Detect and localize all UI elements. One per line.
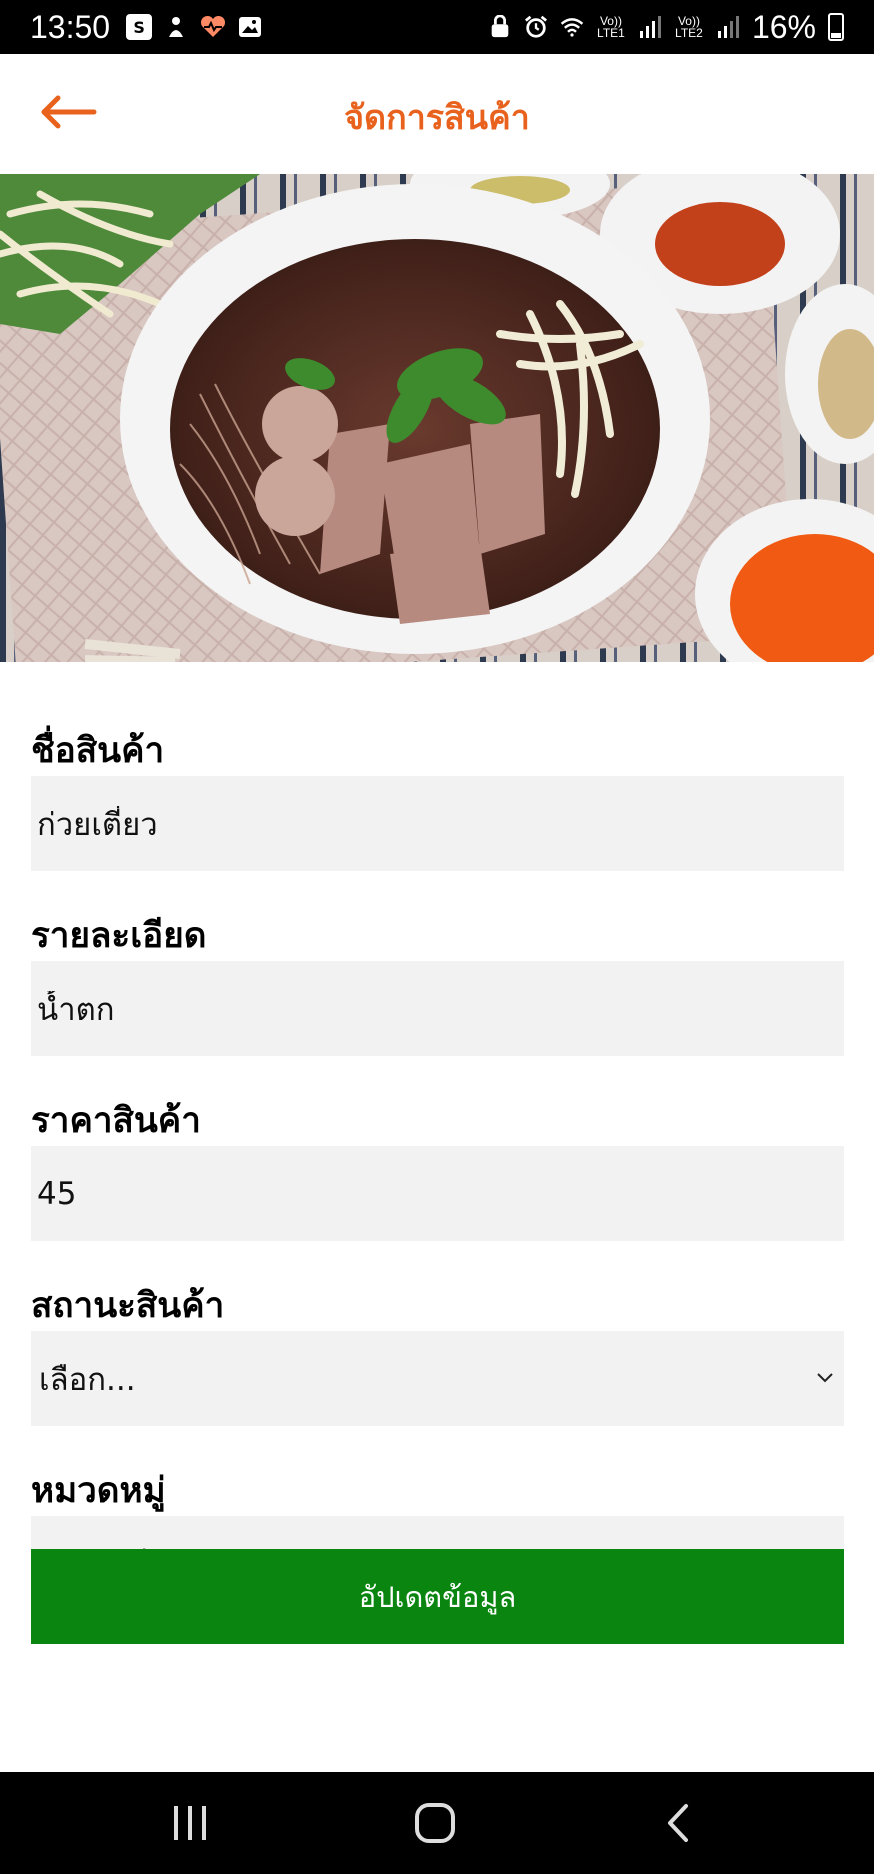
category-label: หมวดหมู่ xyxy=(31,1471,166,1511)
signal-icon xyxy=(639,16,661,38)
home-icon[interactable] xyxy=(405,1800,465,1846)
price-field[interactable] xyxy=(31,1146,844,1241)
price-label: ราคาสินค้า xyxy=(31,1101,201,1141)
wifi-icon xyxy=(560,18,584,37)
status-bar: 13:50 S Vo)) LTE1 Vo)) LTE2 16% xyxy=(0,0,874,54)
notification-icons: S xyxy=(126,14,262,40)
system-icons: Vo)) LTE1 Vo)) LTE2 16% xyxy=(488,9,844,46)
shopee-icon: S xyxy=(126,14,153,40)
name-field[interactable] xyxy=(31,776,844,871)
vpn-icon xyxy=(491,15,509,38)
name-input[interactable] xyxy=(37,805,838,842)
status-selected: เลือก... xyxy=(39,1361,136,1398)
lte2-label: Vo)) LTE2 xyxy=(675,14,703,40)
status-select[interactable]: เลือก... xyxy=(31,1331,844,1426)
description-field[interactable] xyxy=(31,961,844,1056)
back-icon[interactable] xyxy=(650,1800,710,1846)
status-label: สถานะสินค้า xyxy=(31,1286,225,1326)
lte1-label: Vo)) LTE1 xyxy=(597,14,625,40)
description-label: รายละเอียด xyxy=(31,916,207,956)
product-image[interactable] xyxy=(0,174,874,662)
alarm-icon xyxy=(524,15,547,38)
app-header: จัดการสินค้า xyxy=(0,54,874,174)
description-input[interactable] xyxy=(37,990,838,1027)
recent-apps-icon[interactable] xyxy=(160,1800,220,1846)
battery-percent: 16% xyxy=(751,8,816,45)
signal-icon-2 xyxy=(717,16,739,38)
price-input[interactable] xyxy=(37,1175,838,1212)
chevron-down-icon xyxy=(817,1373,833,1383)
notification-icon xyxy=(169,17,184,37)
navigation-bar xyxy=(0,1772,874,1874)
product-form: ชื่อสินค้า รายละเอียด ราคาสินค้า สถานะสิ… xyxy=(31,662,844,1611)
status-time: 13:50 xyxy=(30,8,111,45)
update-button[interactable]: อัปเดตข้อมูล xyxy=(31,1549,844,1644)
battery-icon xyxy=(828,13,844,41)
gallery-icon xyxy=(239,17,262,37)
page-title: จัดการสินค้า xyxy=(344,98,530,138)
health-icon xyxy=(201,15,226,37)
noodle-bowl-photo xyxy=(0,174,874,662)
name-label: ชื่อสินค้า xyxy=(31,731,165,771)
